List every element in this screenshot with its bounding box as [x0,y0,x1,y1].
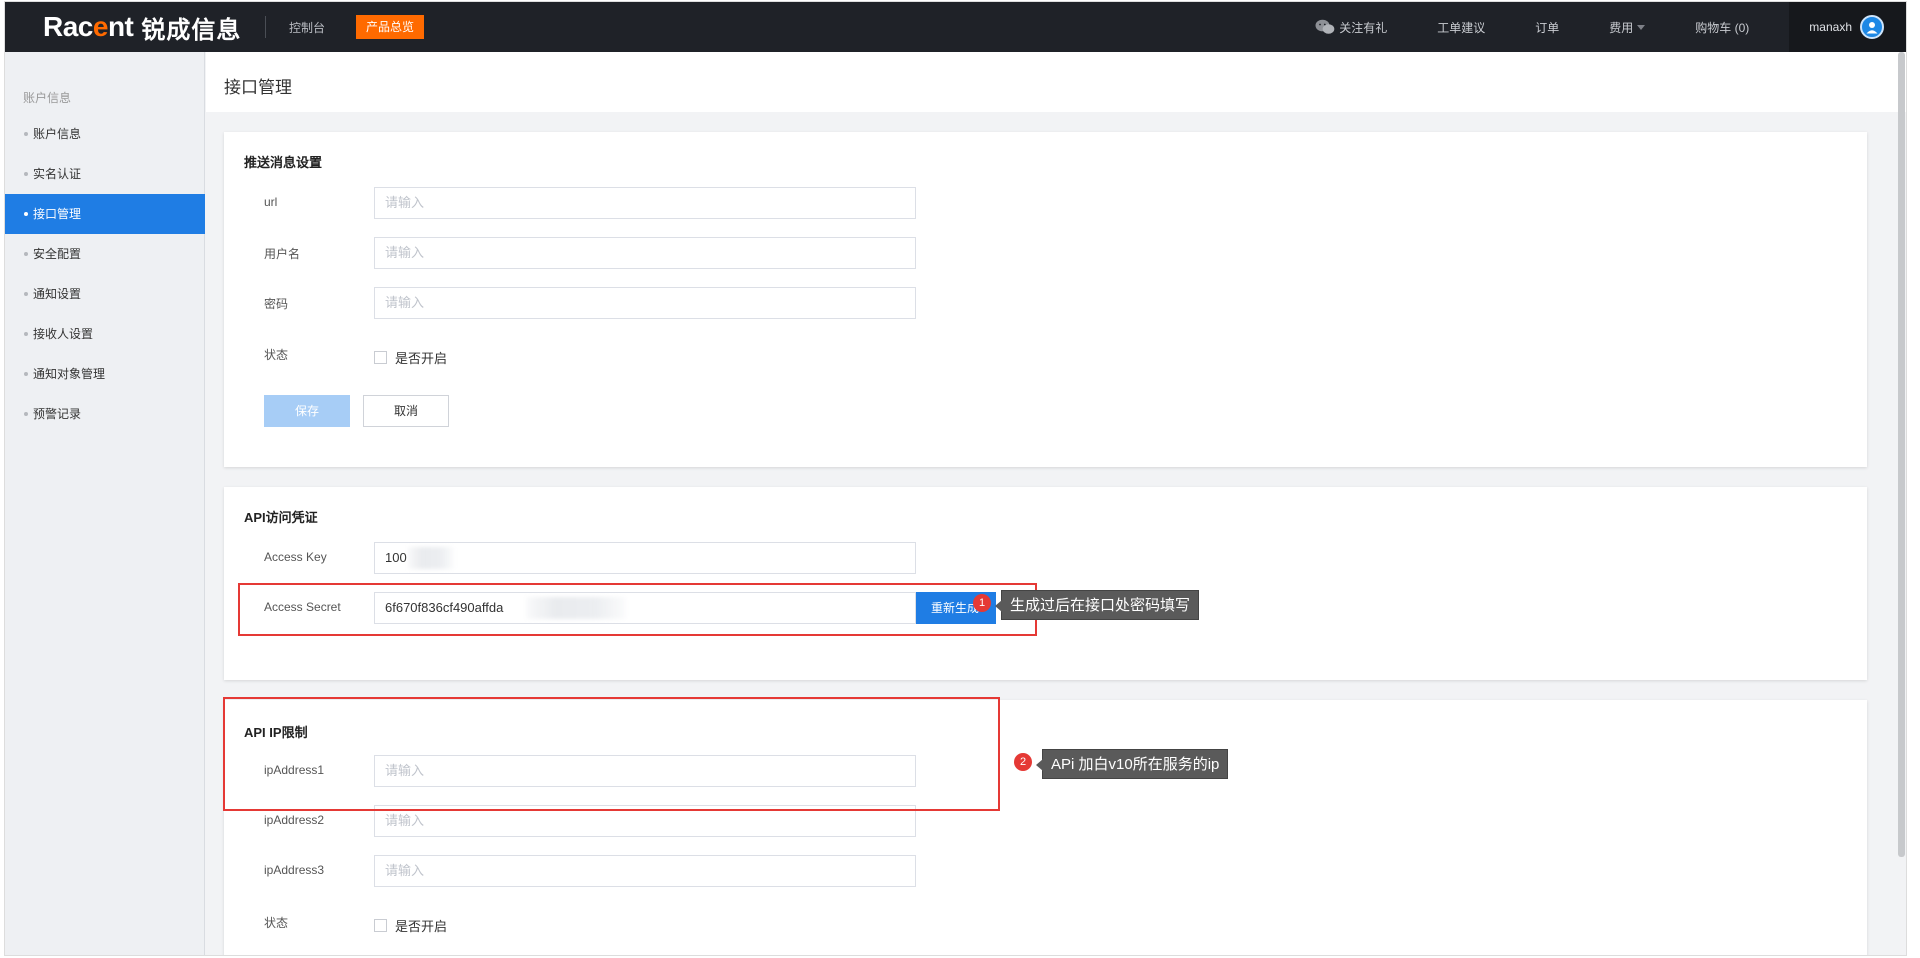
sidebar-item-recipient-settings[interactable]: 接收人设置 [5,314,205,354]
enable-checkbox-label: 是否开启 [395,351,448,366]
sidebar-item-security-config[interactable]: 安全配置 [5,234,205,274]
follow-gift-link[interactable]: 关注有礼 [1315,19,1387,36]
user-icon [1866,22,1878,34]
wechat-icon [1315,19,1335,34]
sidebar: 账户信息 账户信息 实名认证 接口管理 安全配置 通知设置 接收人设置 通知对象… [5,52,205,955]
topbar-right-menu: 关注有礼 工单建议 订单 费用 购物车 (0) manaxh [1290,2,1906,52]
annotation-badge-2: 2 [1014,753,1032,771]
sidebar-item-notification-settings[interactable]: 通知设置 [5,274,205,314]
url-input[interactable]: 请输入 [374,187,916,219]
page-title: 接口管理 [224,78,292,97]
ip-enable-checkbox-row[interactable]: 是否开启 [374,916,447,935]
fees-menu[interactable]: 费用 [1609,19,1646,36]
ip-restriction-title: API IP限制 [244,725,308,740]
ip-enable-checkbox-label: 是否开启 [395,919,448,934]
access-secret-label: Access Secret [264,600,341,614]
follow-gift-label: 关注有礼 [1339,20,1388,35]
sidebar-item-alert-records[interactable]: 预警记录 [5,394,205,434]
logo-chinese-name: 锐成信息 [141,16,242,44]
sidebar-item-account-info[interactable]: 账户信息 [5,114,205,154]
save-button[interactable]: 保存 [264,395,350,427]
topbar-divider [265,16,266,38]
page-scrollbar[interactable] [1897,52,1906,857]
access-key-label: Access Key [264,550,327,564]
logo-wordmark: Racent [43,11,134,42]
chevron-down-icon [1637,24,1646,30]
api-credentials-card: API访问凭证 Access Key 100 Access Secret 6f6… [224,487,1867,680]
enable-checkbox-row[interactable]: 是否开启 [374,348,447,367]
products-overview-button[interactable]: 产品总览 [356,15,425,39]
ip-restriction-card: API IP限制 ipAddress1 请输入 ipAddress2 请输入 i… [224,700,1867,955]
cancel-button[interactable]: 取消 [363,395,449,427]
status-label: 状态 [264,348,289,362]
cart-link[interactable]: 购物车 (0) [1695,19,1749,36]
ip-address1-label: ipAddress1 [264,763,325,777]
top-navbar: Racent 锐成信息 控制台 产品总览 关注有礼 工单建议 订单 费用 购物车… [5,2,1906,52]
push-settings-card: 推送消息设置 url 请输入 用户名 请输入 密码 请输入 状态 是否开启 保存… [224,132,1867,467]
main-content: 接口管理 推送消息设置 url 请输入 用户名 请输入 密码 请输入 状态 是否… [206,52,1906,955]
ip-address3-input[interactable]: 请输入 [374,855,916,887]
ip-address1-input[interactable]: 请输入 [374,755,916,787]
app-frame: Racent 锐成信息 控制台 产品总览 关注有礼 工单建议 订单 费用 购物车… [4,1,1907,956]
sidebar-section-title: 账户信息 [23,91,72,105]
access-secret-redaction [526,597,626,619]
password-input[interactable]: 请输入 [374,287,916,319]
ip-address3-label: ipAddress3 [264,863,325,877]
sidebar-item-real-name-auth[interactable]: 实名认证 [5,154,205,194]
annotation-tip-2: APi 加白v10所在服务的ip [1035,749,1229,779]
orders-link[interactable]: 订单 [1535,19,1559,36]
annotation-tip-1: 生成过后在接口处密码填写 [994,590,1200,620]
ip-enable-checkbox[interactable] [374,919,387,932]
user-menu[interactable]: manaxh [1789,2,1906,52]
access-secret-input[interactable]: 6f670f836cf490affda [374,592,916,624]
ip-status-label: 状态 [264,916,289,930]
ticket-suggestion-link[interactable]: 工单建议 [1437,19,1485,36]
fees-label: 费用 [1609,20,1634,35]
scrollbar-thumb[interactable] [1898,52,1905,857]
username-input[interactable]: 请输入 [374,237,916,269]
console-link[interactable]: 控制台 [289,19,325,36]
enable-checkbox[interactable] [374,351,387,364]
username-label: 用户名 [264,247,301,261]
ip-address2-input[interactable]: 请输入 [374,805,916,837]
ip-address2-label: ipAddress2 [264,813,325,827]
access-key-redaction [408,547,454,569]
avatar [1860,15,1884,39]
sidebar-item-api-management[interactable]: 接口管理 [5,194,205,234]
access-key-input[interactable]: 100 [374,542,916,574]
annotation-badge-1: 1 [973,594,991,612]
racent-logo[interactable]: Racent 锐成信息 [43,10,241,44]
password-label: 密码 [264,297,289,311]
sidebar-menu: 账户信息 实名认证 接口管理 安全配置 通知设置 接收人设置 通知对象管理 预警… [5,114,205,434]
api-credentials-title: API访问凭证 [244,510,318,525]
sidebar-item-notify-target-management[interactable]: 通知对象管理 [5,354,205,394]
username: manaxh [1809,20,1852,34]
push-settings-title: 推送消息设置 [244,155,323,170]
page-header: 接口管理 [206,52,1906,112]
url-label: url [264,195,278,209]
